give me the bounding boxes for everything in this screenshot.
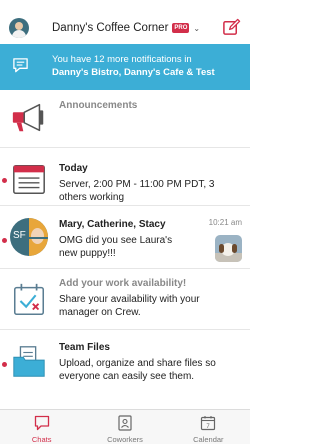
calendar-day: 7 — [207, 424, 211, 430]
today-shift: Server, 2:00 PM - 11:00 PM PDT, 3 others… — [59, 179, 215, 203]
workspace-switcher[interactable]: Danny's Coffee Corner PRO ⌄ — [52, 18, 200, 38]
calendar-icon — [13, 164, 45, 195]
unread-dot — [2, 178, 7, 183]
notification-banner[interactable]: You have 12 more notifications in Danny'… — [0, 44, 250, 90]
status-bar — [0, 0, 250, 12]
chat-row[interactable]: SF Mary, Catherine, Stacy OMG did you se… — [0, 206, 250, 269]
team-files-row[interactable]: Team Files Upload, organize and share fi… — [0, 330, 250, 409]
announcements-heading: Announcements — [59, 100, 138, 111]
tab-chats[interactable]: Chats — [0, 410, 83, 444]
megaphone-icon — [12, 103, 44, 132]
chat-icon — [34, 415, 49, 431]
notification-text: You have 12 more notifications in — [52, 54, 192, 65]
puppy-photo-thumbnail[interactable] — [215, 235, 242, 262]
tab-label: Coworkers — [107, 435, 143, 444]
chat-preview: OMG did you see Laura's new puppy!!! — [59, 235, 173, 259]
chat-time: 10:21 am — [208, 218, 242, 227]
compose-icon[interactable] — [222, 18, 241, 37]
team-files-body: Upload, organize and share files so ever… — [59, 358, 216, 382]
tab-bar: Chats Coworkers 7 Calendar — [0, 409, 250, 444]
tab-coworkers[interactable]: Coworkers — [83, 410, 166, 444]
message-icon — [13, 58, 28, 73]
unread-dot — [2, 362, 7, 367]
announcements-row[interactable]: Announcements — [0, 90, 250, 148]
chat-participants: Mary, Catherine, Stacy — [59, 219, 166, 230]
folder-icon — [13, 346, 45, 377]
availability-body: Share your availability with your manage… — [59, 294, 200, 318]
team-files-heading: Team Files — [59, 342, 110, 353]
contact-card-icon — [118, 415, 132, 431]
today-heading: Today — [59, 163, 88, 174]
tab-label: Chats — [31, 435, 52, 444]
calendar-icon: 7 — [201, 416, 216, 431]
unread-dot — [2, 238, 7, 243]
group-avatar: SF — [10, 218, 48, 256]
profile-avatar[interactable] — [9, 18, 29, 38]
tab-label: Calendar — [193, 435, 224, 444]
availability-row[interactable]: Add your work availability! Share your a… — [0, 269, 250, 330]
workspace-title: Danny's Coffee Corner — [52, 22, 169, 34]
tab-calendar[interactable]: 7 Calendar — [167, 410, 250, 444]
avatar-initials: SF — [13, 230, 26, 241]
chevron-down-icon: ⌄ — [193, 23, 201, 33]
top-bar: Danny's Coffee Corner PRO ⌄ — [0, 12, 250, 44]
availability-heading: Add your work availability! — [59, 278, 187, 289]
pro-badge: PRO — [172, 23, 190, 33]
today-row[interactable]: Today Server, 2:00 PM - 11:00 PM PDT, 3 … — [0, 148, 250, 206]
calendar-check-icon — [13, 283, 45, 316]
notification-workspaces: Danny's Bistro, Danny's Cafe & Test — [52, 67, 215, 78]
